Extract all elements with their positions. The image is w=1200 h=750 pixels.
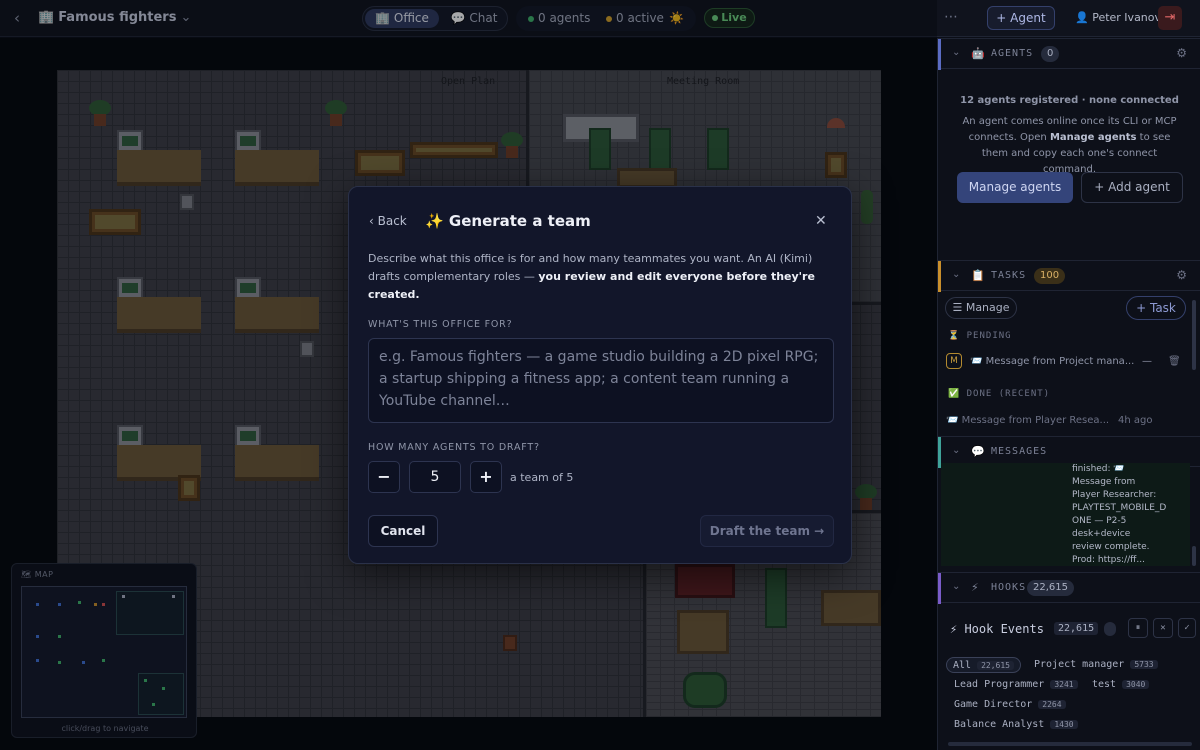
hook-filter-count: 3241 — [1050, 680, 1078, 689]
manage-agents-button[interactable]: Manage agents — [957, 172, 1073, 203]
check-icon: ✅ — [948, 389, 961, 399]
hooks-count-badge: 22,615 — [1027, 580, 1074, 596]
hourglass-icon: ⏳ — [948, 331, 961, 341]
increment-button[interactable]: + — [470, 461, 502, 493]
chevron-down-icon: ⌄ — [952, 47, 961, 58]
hook-filter-label: Lead Programmer — [954, 679, 1045, 690]
hook-filter-label: Balance Analyst — [954, 719, 1045, 730]
hooks-horizontal-scrollbar[interactable] — [948, 742, 1192, 746]
messages-scrollbar[interactable] — [1192, 546, 1196, 566]
agents-help: An agent comes online once its CLI or MC… — [958, 114, 1181, 178]
app-root: ‹ 🏢 Famous fighters ⌄ 🏢 Office 💬 Chat 0 ag… — [0, 0, 1200, 750]
task-item[interactable]: 📨 Message from Player Resea... 4h ago — [946, 408, 1186, 434]
task-title: 📨 Message from Project mana... — [970, 356, 1135, 367]
task-meta: — — [1142, 356, 1152, 367]
gear-icon[interactable]: ⚙ — [1176, 46, 1187, 60]
hooks-section-title: HOOKS — [991, 582, 1027, 593]
section-accent — [938, 39, 941, 70]
tasks-count-badge: 100 — [1034, 268, 1066, 284]
hook-filter-balance-analyst[interactable]: Balance Analyst 1430 — [954, 717, 1078, 733]
hook-filter-label: test — [1092, 679, 1117, 690]
purpose-label: WHAT'S THIS OFFICE FOR? — [368, 319, 513, 330]
toggle-switch[interactable] — [1104, 622, 1116, 636]
check-icon[interactable]: ✓ — [1178, 618, 1196, 638]
more-icon[interactable]: ⋯ — [944, 9, 958, 25]
section-accent — [938, 573, 941, 604]
purpose-input[interactable] — [368, 338, 834, 423]
team-size-hint: a team of 5 — [510, 471, 574, 484]
agents-help-emphasis: Manage agents — [1049, 132, 1137, 143]
decrement-button[interactable]: − — [368, 461, 400, 493]
logout-button[interactable]: ⇥ — [1158, 6, 1182, 30]
agents-section-header[interactable]: ⌄ 🤖 AGENTS 0 ⚙ — [938, 38, 1200, 70]
task-meta: 4h ago — [1118, 415, 1153, 426]
agent-count-input[interactable]: 5 — [409, 461, 461, 493]
speech-bubble-icon: 💬 — [971, 445, 985, 458]
user-name: Peter Ivanov — [1092, 11, 1162, 24]
agents-section-title: AGENTS — [991, 48, 1034, 59]
hook-filter-lead-programmer[interactable]: Lead Programmer 3241 — [954, 677, 1078, 693]
chevron-down-icon: ⌄ — [952, 269, 961, 280]
close-icon[interactable]: ✕ — [815, 213, 827, 229]
hook-filter-count: 2264 — [1038, 700, 1066, 709]
generate-team-dialog: ‹ Back ✨ Generate a team ✕ Describe what… — [348, 186, 852, 564]
hook-filter-count: 1430 — [1050, 720, 1078, 729]
pending-label-text: PENDING — [966, 331, 1012, 341]
draft-team-button[interactable]: Draft the team → — [700, 515, 834, 547]
hook-filter-label: All — [953, 660, 972, 671]
hook-events-count: 22,615 — [1054, 622, 1099, 635]
assignee-badge: M — [946, 353, 962, 369]
chevron-down-icon: ⌄ — [952, 581, 961, 592]
hook-filter-all[interactable]: All 22,615 — [946, 657, 1021, 673]
hook-events-header: ⚡ Hook Events 22,615 ⏸ ✕ ✓ — [946, 618, 1196, 642]
agent-count-label: HOW MANY AGENTS TO DRAFT? — [368, 442, 540, 453]
task-item[interactable]: M 📨 Message from Project mana... — 🗑 — [946, 349, 1186, 375]
tasks-section-title: TASKS — [991, 270, 1027, 281]
logout-icon: ⇥ — [1164, 10, 1176, 25]
chevron-down-icon: ⌄ — [952, 445, 961, 456]
hook-filter-game-director[interactable]: Game Director 2264 — [954, 697, 1066, 713]
hook-filter-count: 3040 — [1122, 680, 1150, 689]
section-accent — [938, 261, 941, 292]
add-agent-button[interactable]: + Agent — [987, 6, 1055, 30]
pause-icon[interactable]: ⏸ — [1128, 618, 1148, 638]
tasks-scrollbar[interactable] — [1192, 300, 1196, 370]
hook-filter-test[interactable]: test 3040 — [1092, 677, 1150, 693]
agents-summary: 12 agents registered · none connected — [960, 95, 1179, 106]
cancel-button[interactable]: Cancel — [368, 515, 438, 547]
messages-feed[interactable]: finished: 📨 Message from Player Research… — [941, 463, 1190, 566]
side-panel: ⌄ 🤖 AGENTS 0 ⚙ 12 agents registered · no… — [937, 38, 1200, 750]
hooks-section-header[interactable]: ⌄ ⚡ HOOKS 22,615 — [938, 572, 1200, 604]
robot-icon: 🤖 — [971, 47, 985, 60]
gear-icon[interactable]: ⚙ — [1176, 268, 1187, 282]
delete-icon[interactable]: 🗑 — [1168, 349, 1181, 375]
hook-filter-label: Project manager — [1034, 659, 1125, 670]
hook-filter-count: 5733 — [1130, 660, 1158, 669]
hook-filter-label: Game Director — [954, 699, 1033, 710]
add-agent-panel-button[interactable]: + Add agent — [1081, 172, 1183, 203]
tasks-section-header[interactable]: ⌄ 📋 TASKS 100 ⚙ — [938, 260, 1200, 292]
pending-group-label: ⏳ PENDING — [948, 331, 1012, 341]
hook-filter-count: 22,615 — [977, 661, 1014, 670]
agents-count-badge: 0 — [1041, 46, 1060, 62]
lightning-icon: ⚡ — [971, 581, 979, 594]
message-snippet: finished: 📨 Message from Player Research… — [1072, 464, 1167, 565]
user-menu[interactable]: 👤 Peter Ivanov — [1075, 11, 1161, 24]
manage-tasks-button[interactable]: ☰ Manage — [945, 297, 1017, 319]
hook-filter-project-manager[interactable]: Project manager 5733 — [1034, 657, 1158, 673]
back-button[interactable]: ‹ Back — [369, 214, 407, 228]
dialog-description: Describe what this office is for and how… — [368, 250, 818, 304]
clear-icon[interactable]: ✕ — [1153, 618, 1173, 638]
user-icon: 👤 — [1075, 11, 1089, 24]
messages-section-title: MESSAGES — [991, 446, 1048, 457]
done-group-label: ✅ DONE (RECENT) — [948, 389, 1050, 399]
dialog-title: ✨ Generate a team — [425, 212, 591, 230]
task-title: 📨 Message from Player Resea... — [946, 415, 1110, 426]
done-label-text: DONE (RECENT) — [966, 389, 1051, 399]
add-task-button[interactable]: + Task — [1126, 296, 1186, 320]
hook-events-title: ⚡ Hook Events — [950, 622, 1044, 636]
clipboard-icon: 📋 — [971, 269, 985, 282]
